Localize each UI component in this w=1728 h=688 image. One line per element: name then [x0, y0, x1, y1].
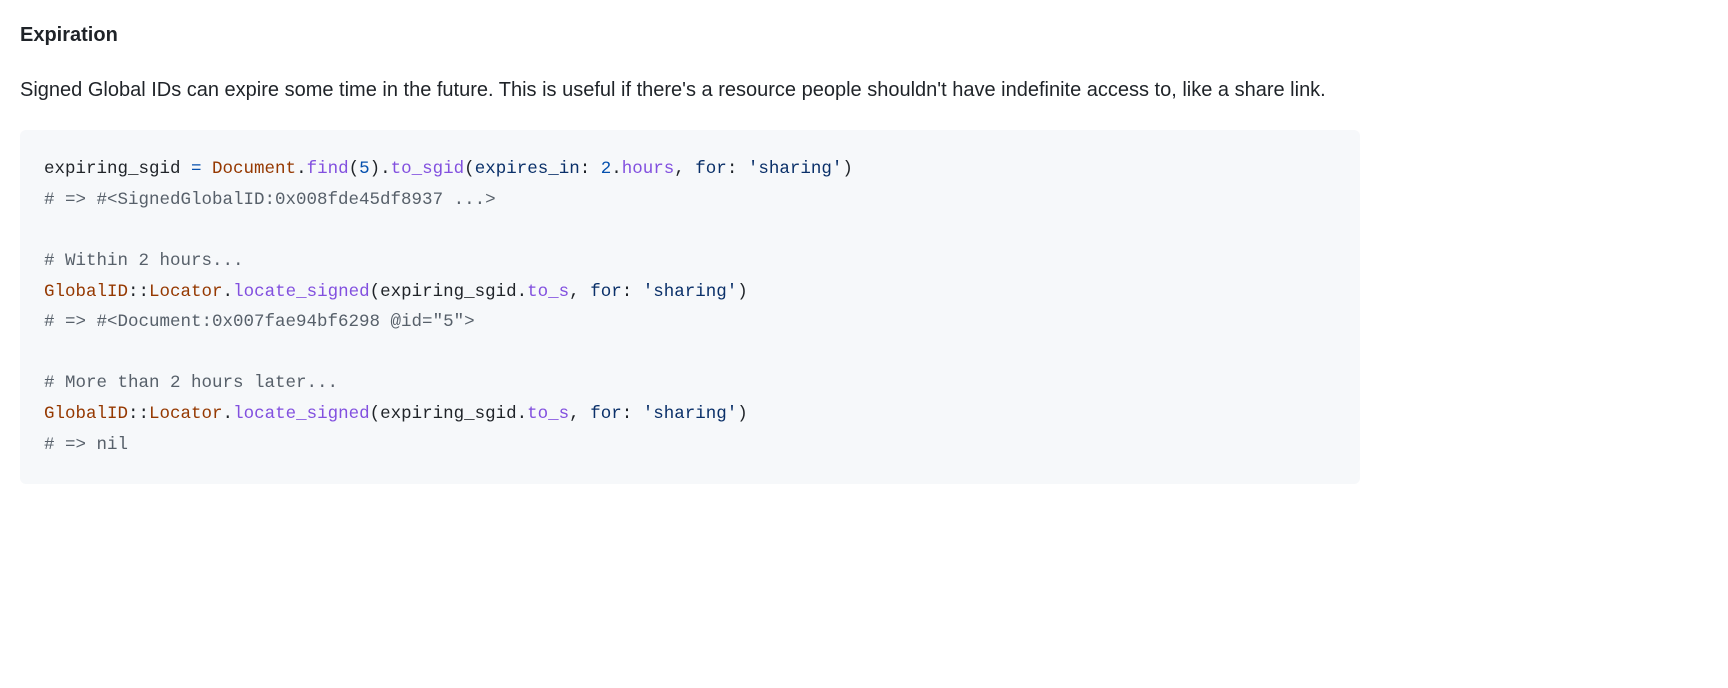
- code-token: for: [590, 404, 622, 424]
- code-token: ): [737, 282, 748, 302]
- code-token: GlobalID: [44, 282, 128, 302]
- code-token: expires_in: [475, 159, 580, 179]
- code-token: .: [517, 404, 528, 424]
- code-token: ::: [128, 282, 149, 302]
- code-token: ): [370, 159, 381, 179]
- code-token: :: [622, 282, 643, 302]
- section-paragraph: Signed Global IDs can expire some time i…: [20, 74, 1360, 106]
- code-token: :: [622, 404, 643, 424]
- code-comment: # Within 2 hours...: [44, 251, 244, 271]
- code-token: .: [223, 282, 234, 302]
- code-token: expiring_sgid: [380, 282, 517, 302]
- code-token: =: [181, 159, 213, 179]
- code-token: ,: [674, 159, 695, 179]
- code-token: Locator: [149, 404, 223, 424]
- code-token: .: [611, 159, 622, 179]
- code-token: ,: [569, 282, 590, 302]
- code-comment: # => nil: [44, 435, 128, 455]
- code-token: locate_signed: [233, 282, 370, 302]
- code-comment: # => #<Document:0x007fae94bf6298 @id="5"…: [44, 312, 475, 332]
- code-token: 2: [601, 159, 612, 179]
- doc-section: Expiration Signed Global IDs can expire …: [20, 20, 1360, 484]
- code-token: (: [370, 282, 381, 302]
- code-token: expiring_sgid: [44, 159, 181, 179]
- code-token: hours: [622, 159, 675, 179]
- code-token: (: [349, 159, 360, 179]
- code-token: find: [307, 159, 349, 179]
- code-token: GlobalID: [44, 404, 128, 424]
- code-token: Document: [212, 159, 296, 179]
- code-comment: # More than 2 hours later...: [44, 373, 338, 393]
- code-token: .: [296, 159, 307, 179]
- code-token: 5: [359, 159, 370, 179]
- code-token: ): [842, 159, 853, 179]
- code-token: 'sharing': [748, 159, 843, 179]
- code-token: to_sgid: [391, 159, 465, 179]
- code-token: .: [517, 282, 528, 302]
- code-token: ,: [569, 404, 590, 424]
- code-token: (: [370, 404, 381, 424]
- code-token: for: [695, 159, 727, 179]
- code-token: :: [580, 159, 601, 179]
- code-token: to_s: [527, 404, 569, 424]
- code-token: (: [464, 159, 475, 179]
- code-token: for: [590, 282, 622, 302]
- code-token: 'sharing': [643, 282, 738, 302]
- code-token: :: [727, 159, 748, 179]
- code-comment: # => #<SignedGlobalID:0x008fde45df8937 .…: [44, 190, 496, 210]
- code-token: ::: [128, 404, 149, 424]
- code-token: expiring_sgid: [380, 404, 517, 424]
- code-token: to_s: [527, 282, 569, 302]
- code-token: Locator: [149, 282, 223, 302]
- code-token: locate_signed: [233, 404, 370, 424]
- section-heading: Expiration: [20, 20, 1360, 50]
- code-token: 'sharing': [643, 404, 738, 424]
- code-block: expiring_sgid = Document.find(5).to_sgid…: [20, 130, 1360, 484]
- code-token: .: [380, 159, 391, 179]
- code-token: ): [737, 404, 748, 424]
- code-token: .: [223, 404, 234, 424]
